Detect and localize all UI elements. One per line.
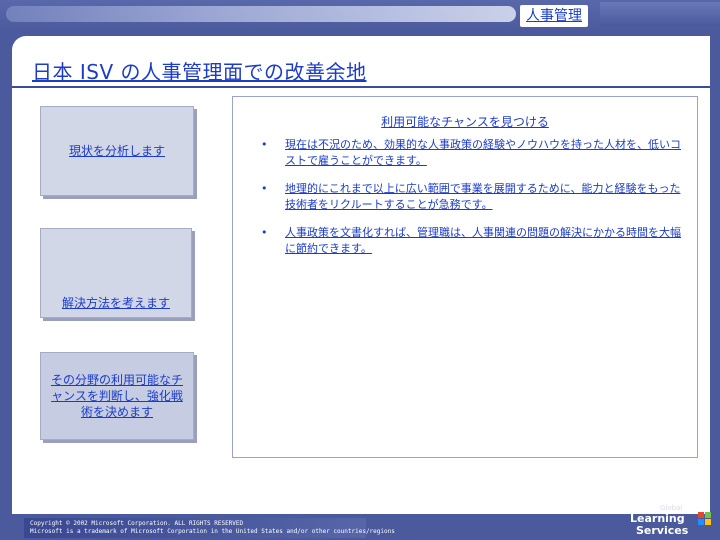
step-solution-button[interactable]: 解決方法を考えます	[40, 228, 192, 318]
bullet-list: • 現在は不況のため、効果的な人事政策の経験やノウハウを持った人材を、低いコスト…	[261, 137, 681, 269]
logo-text-top: Global	[660, 504, 683, 512]
step-analyze-button[interactable]: 現状を分析します	[40, 106, 194, 196]
step-label: 解決方法を考えます	[61, 296, 170, 310]
bullet-text: 地理的にこれまで以上に広い範囲で事業を展開するために、能力と経験をもった技術者を…	[285, 182, 681, 211]
step-strategy-button[interactable]: その分野の利用可能なチャンスを判断し、強化戦術を決めます	[40, 352, 194, 440]
top-bar: 人事管理	[0, 0, 720, 32]
top-bar-right	[600, 2, 720, 26]
footer-line: Copyright © 2002 Microsoft Corporation. …	[30, 520, 244, 527]
bullet-text: 人事政策を文書化すれば、管理職は、人事関連の問題の解決にかかる時間を大幅に節約で…	[285, 226, 681, 255]
global-learning-logo: Global Learning Services	[630, 504, 716, 538]
step-label: その分野の利用可能なチャンスを判断し、強化戦術を決めます	[50, 373, 183, 419]
panel-title: 利用可能なチャンスを見つける	[381, 115, 549, 129]
logo-text-services: Services	[636, 524, 689, 537]
title-divider	[12, 86, 710, 88]
list-item: • 地理的にこれまで以上に広い範囲で事業を展開するために、能力と経験をもった技術…	[261, 181, 681, 213]
section-link[interactable]: 人事管理	[520, 5, 588, 27]
list-item: • 人事政策を文書化すれば、管理職は、人事関連の問題の解決にかかる時間を大幅に節…	[261, 225, 681, 257]
top-bar-gradient	[6, 6, 516, 22]
bullet-marker: •	[261, 226, 268, 239]
windows-flag-icon	[698, 512, 711, 525]
bullet-text: 現在は不況のため、効果的な人事政策の経験やノウハウを持った人材を、低いコストで雇…	[285, 138, 681, 167]
footer-copyright: Copyright © 2002 Microsoft Corporation. …	[30, 520, 395, 536]
bullet-marker: •	[261, 138, 268, 151]
slide-title: 日本 ISV の人事管理面での改善余地	[32, 60, 367, 84]
list-item: • 現在は不況のため、効果的な人事政策の経験やノウハウを持った人材を、低いコスト…	[261, 137, 681, 169]
footer-line: Microsoft is a trademark of Microsoft Co…	[30, 528, 395, 535]
bullet-marker: •	[261, 182, 268, 195]
step-label: 現状を分析します	[68, 144, 165, 158]
opportunity-panel: 利用可能なチャンスを見つける • 現在は不況のため、効果的な人事政策の経験やノウ…	[232, 96, 698, 458]
